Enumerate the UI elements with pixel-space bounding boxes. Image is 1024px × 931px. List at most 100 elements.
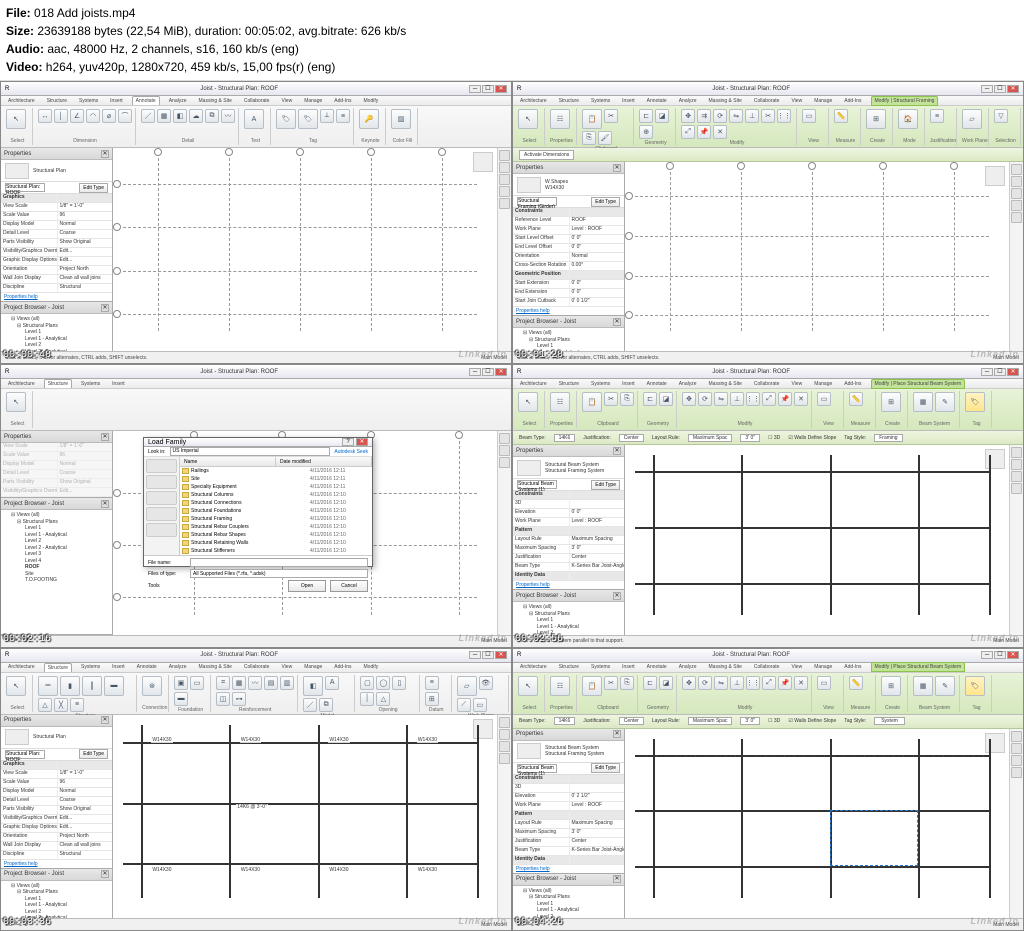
fabric-area-icon[interactable]: ▤: [264, 676, 278, 690]
prop-value[interactable]: 0' 0": [569, 289, 625, 297]
tab-analyze[interactable]: Analyze: [166, 97, 190, 105]
text-icon[interactable]: A: [244, 109, 264, 129]
grid-icon[interactable]: ⊞: [425, 692, 439, 706]
move-icon[interactable]: ✥: [681, 109, 695, 123]
match-icon[interactable]: 🖌: [598, 131, 612, 145]
modify-icon[interactable]: ↖: [6, 109, 26, 129]
cancel-button[interactable]: Cancel: [330, 580, 368, 592]
wall-opening-icon[interactable]: ▯: [392, 676, 406, 690]
region-icon[interactable]: ▦: [157, 109, 171, 123]
prop-value[interactable]: Normal: [57, 461, 113, 469]
color-fill-icon[interactable]: ▨: [391, 109, 411, 129]
insulation-icon[interactable]: 〰: [221, 109, 235, 123]
tab-massing[interactable]: Massing & Site: [196, 97, 235, 105]
prop-value[interactable]: Level : ROOF: [569, 518, 625, 526]
beam-annot-icon[interactable]: ⟂: [320, 109, 334, 123]
prop-value[interactable]: Show Original: [57, 806, 113, 814]
tab-view[interactable]: View: [278, 97, 295, 105]
prop-value[interactable]: Project North: [57, 266, 113, 274]
drawing-canvas[interactable]: W14X30W14X30W14X30W14X30W14X30W14X30W14X…: [113, 715, 497, 918]
copy2-icon[interactable]: ⇉: [697, 109, 711, 123]
aligned-icon[interactable]: ↔: [38, 109, 52, 123]
instance-dropdown[interactable]: Structural Plan: ROOF: [5, 183, 45, 192]
tag-category-icon[interactable]: 🏷: [276, 109, 296, 129]
mirror-icon[interactable]: ⇋: [729, 109, 743, 123]
context-tab[interactable]: Modify | Structural Framing: [871, 96, 939, 106]
open-button[interactable]: Open: [288, 580, 326, 592]
prop-value[interactable]: Level : ROOF: [569, 802, 625, 810]
connection-icon[interactable]: ⊛: [142, 676, 162, 696]
area-icon[interactable]: ▦: [232, 676, 246, 690]
project-browser[interactable]: Project Browser - Joist✕ ⊟ Views (all)⊟ …: [1, 302, 112, 351]
autodesk-seek-link[interactable]: Autodesk Seek: [334, 449, 368, 455]
keynote-icon[interactable]: 🔑: [359, 109, 379, 129]
folder-row[interactable]: Structural Rebar Shapes4/11/2016 12:10: [180, 531, 372, 539]
folder-row[interactable]: Structural Retaining Walls4/11/2016 12:1…: [180, 539, 372, 547]
tree-node[interactable]: T.O.FOOTING: [3, 577, 110, 584]
rotate-icon[interactable]: ⟳: [713, 109, 727, 123]
minimize-button[interactable]: ─: [469, 85, 481, 93]
tag-all-icon[interactable]: 🏷: [298, 109, 318, 129]
cut-geom-icon[interactable]: ◪: [655, 109, 669, 123]
prop-value[interactable]: Edit...: [57, 488, 113, 496]
prop-value[interactable]: ROOF: [569, 217, 625, 225]
prop-value[interactable]: Maximum Spacing: [569, 536, 625, 544]
prop-value[interactable]: Normal: [569, 253, 625, 261]
folder-row[interactable]: Structural Columns4/11/2016 12:10: [180, 491, 372, 499]
drawing-canvas[interactable]: [625, 162, 1009, 351]
prop-value[interactable]: Structural: [57, 851, 113, 859]
close-panel-icon[interactable]: ✕: [101, 150, 109, 158]
join-icon[interactable]: ⊕: [639, 125, 653, 139]
prop-value[interactable]: Center: [569, 838, 625, 846]
prop-value[interactable]: 96: [57, 452, 113, 460]
folder-row[interactable]: Specialty Equipment4/11/2016 12:11: [180, 483, 372, 491]
automatic-beam-system-icon[interactable]: ▦: [913, 392, 933, 412]
prop-value[interactable]: K-Series Bar Joist-Angle W...: [569, 847, 625, 855]
edit-family-icon[interactable]: 🏠: [898, 109, 918, 129]
tab-architecture[interactable]: Architecture: [5, 97, 38, 105]
rebar-icon[interactable]: ⌗: [216, 676, 230, 690]
set-icon[interactable]: ▱: [457, 676, 477, 696]
prop-value[interactable]: Clean all wall joins: [57, 275, 113, 283]
radial-icon[interactable]: ◠: [86, 109, 100, 123]
tag-style-dropdown[interactable]: Framing: [874, 434, 902, 442]
wall-found-icon[interactable]: ▭: [190, 676, 204, 690]
arc-icon[interactable]: ⌒: [118, 109, 132, 123]
scale-icon[interactable]: ⤢: [681, 125, 695, 139]
drawing-canvas[interactable]: [625, 729, 1009, 918]
prop-value[interactable]: 1/8" = 1'-0": [57, 203, 113, 211]
dormer-icon[interactable]: △: [376, 692, 390, 706]
drawing-canvas[interactable]: [113, 148, 497, 351]
folder-row[interactable]: Structural Rebar Couplers4/11/2016 12:10: [180, 523, 372, 531]
folder-row[interactable]: Structural Foundations4/11/2016 12:10: [180, 507, 372, 515]
prop-value[interactable]: 0' 0": [569, 509, 625, 517]
split-icon[interactable]: ✂: [761, 109, 775, 123]
prop-value[interactable]: Structural: [57, 284, 113, 292]
viewer-icon[interactable]: ▭: [473, 698, 487, 712]
show-icon[interactable]: 👁: [479, 676, 493, 690]
tab-collaborate[interactable]: Collaborate: [241, 97, 273, 105]
cut-icon[interactable]: ✂: [604, 109, 618, 123]
trim-icon[interactable]: ⊥: [745, 109, 759, 123]
prop-value[interactable]: Project North: [57, 833, 113, 841]
properties-help-link[interactable]: Properties help: [1, 293, 112, 301]
menubar[interactable]: Architecture Structure Systems Insert An…: [1, 96, 511, 106]
prop-value[interactable]: Show Original: [57, 239, 113, 247]
prop-value[interactable]: [569, 500, 625, 508]
file-list[interactable]: NameDate modified Railings4/11/2016 12:1…: [180, 457, 372, 555]
cloud-icon[interactable]: ☁: [189, 109, 203, 123]
tab-addins[interactable]: Add-Ins: [331, 97, 354, 105]
beam-system-icon[interactable]: ≡: [70, 698, 84, 712]
close-panel-icon[interactable]: ✕: [101, 304, 109, 312]
close-button[interactable]: ✕: [495, 85, 507, 93]
beam-icon[interactable]: ═: [38, 676, 58, 696]
cover-icon[interactable]: ◫: [216, 692, 230, 706]
dialog-close-icon[interactable]: ✕: [356, 438, 368, 446]
filetype-dropdown[interactable]: All Supported Files (*.rfa, *.adsk): [190, 569, 368, 578]
isolated-icon[interactable]: ▣: [174, 676, 188, 690]
column-icon[interactable]: ┃: [82, 676, 102, 696]
filename-input[interactable]: [190, 558, 368, 567]
folder-row[interactable]: Structural Stiffeners4/11/2016 12:10: [180, 547, 372, 555]
prop-value[interactable]: 0' 2 1/2": [569, 793, 625, 801]
spacing-input[interactable]: 3' 0": [740, 434, 760, 442]
